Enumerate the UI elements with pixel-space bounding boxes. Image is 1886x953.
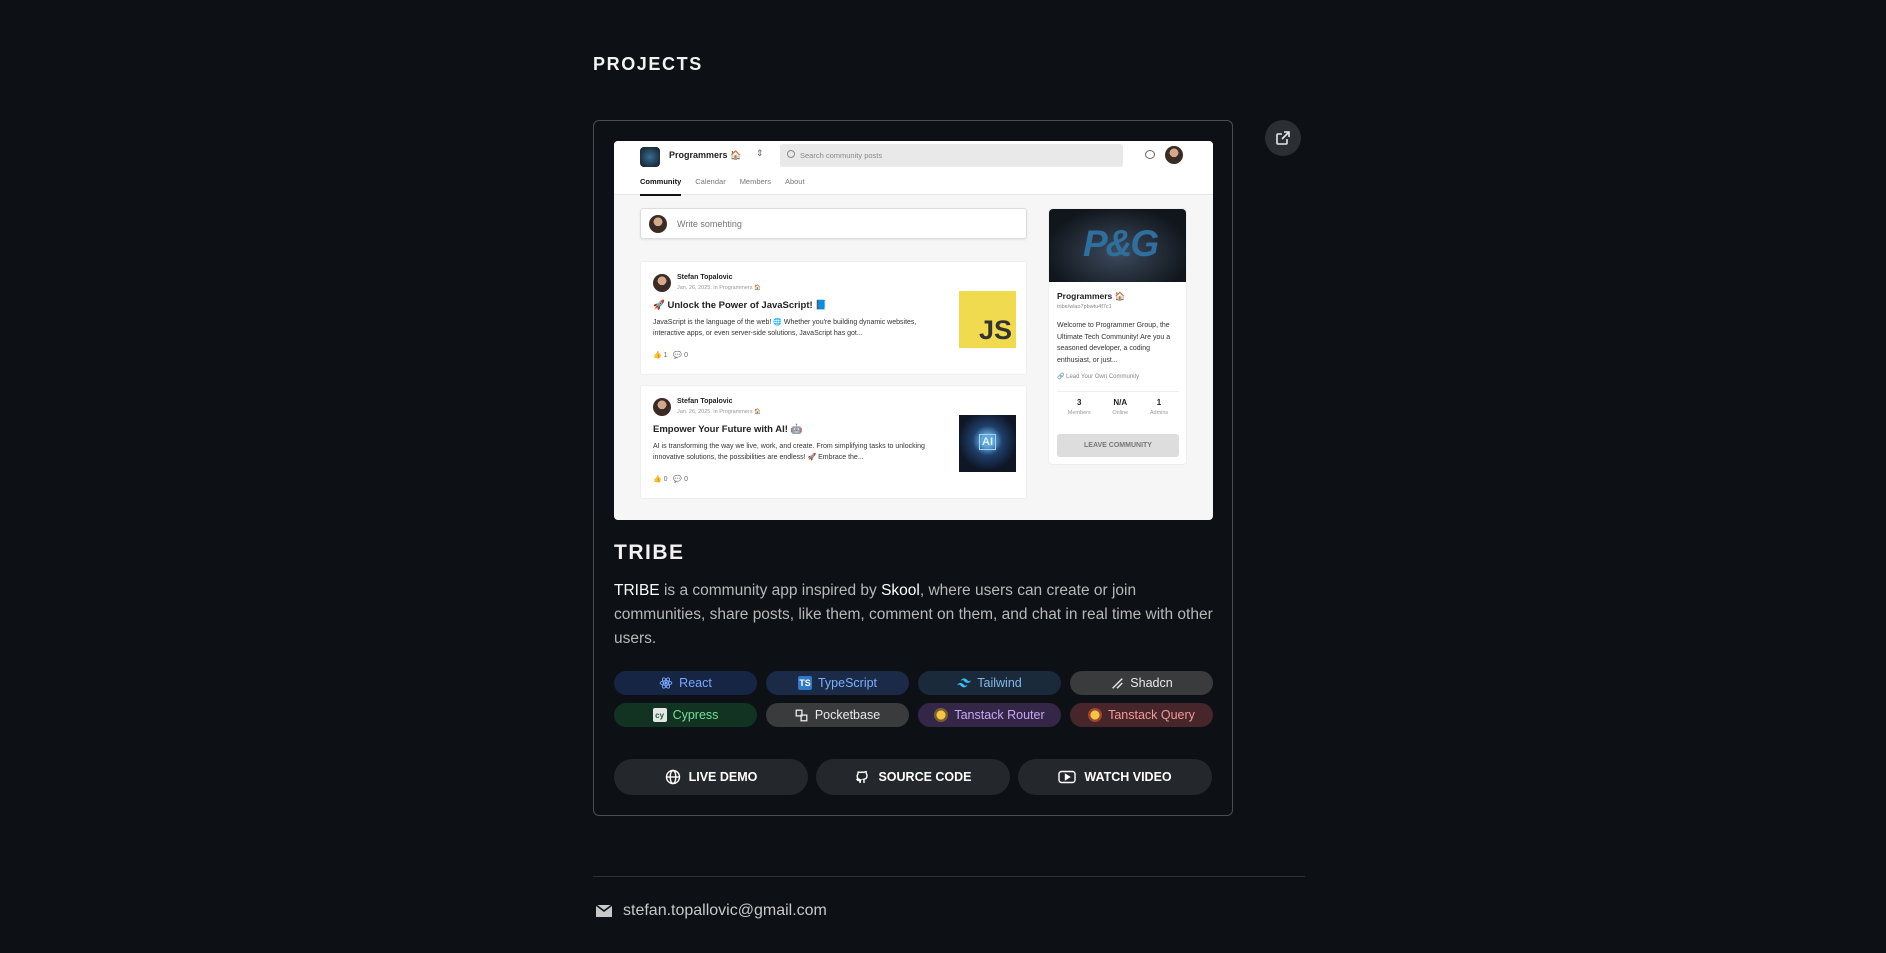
community-logo (640, 147, 660, 167)
post-thumbnail: JS (959, 291, 1016, 348)
post-author: Stefan Topalovic (677, 274, 733, 281)
project-description: TRIBE is a community app inspired by Sko… (614, 582, 1213, 647)
tech-tags: React TS TypeScript Tailwind Shadcn cy C… (614, 671, 1213, 727)
community-description: Welcome to Programmer Group, the Ultimat… (1057, 322, 1171, 364)
post-meta: Jan. 26, 2025. in Programmers 🏠 (677, 409, 761, 415)
cypress-icon: cy (652, 708, 667, 722)
stat-members: 3 Members (1067, 398, 1091, 416)
tag-tanstack-query: Tanstack Query (1070, 703, 1213, 727)
shadcn-icon (1110, 676, 1124, 690)
post-stats: 👍 0 💬 0 (653, 475, 688, 483)
contact-email[interactable]: stefan.topallovic@gmail.com (595, 902, 827, 920)
comment-icon: 💬 (673, 352, 683, 359)
comment-count: 0 (684, 352, 688, 359)
avatar (653, 398, 671, 416)
project-name: TRIBE (614, 582, 660, 599)
community-banner: P&G (1049, 209, 1186, 282)
tag-typescript: TS TypeScript (766, 671, 909, 695)
leave-community-button: LEAVE COMMUNITY (1057, 434, 1179, 457)
tanstack-router-icon (934, 708, 949, 722)
tanstack-query-icon (1088, 708, 1103, 722)
mail-icon (595, 904, 613, 917)
live-demo-button[interactable]: LIVE DEMO (614, 759, 808, 795)
post-title: 🚀 Unlock the Power of JavaScript! 📘 (653, 300, 828, 311)
lead-community-link: 🔗 Lead Your Own Community (1057, 374, 1140, 380)
like-count: 1 (663, 352, 668, 359)
footer-divider (593, 876, 1305, 877)
react-icon (659, 676, 673, 690)
chevron-updown-icon: ⇕ (756, 148, 764, 158)
preview-search: Search community posts (780, 144, 1123, 167)
tag-pocketbase: Pocketbase (766, 703, 909, 727)
skool-link[interactable]: Skool (881, 582, 920, 599)
post-meta: Jan. 26, 2025. in Programmers 🏠 (677, 285, 761, 291)
write-box: Write somehting (640, 208, 1027, 239)
external-link-icon (1276, 131, 1290, 145)
post-card: Stefan Topalovic Jan. 26, 2025. in Progr… (640, 261, 1027, 375)
pocketbase-icon (795, 708, 809, 722)
tailwind-icon (957, 676, 972, 690)
tab-members: Members (739, 177, 771, 186)
post-stats: 👍 1 💬 0 (653, 351, 688, 359)
like-icon: 👍 (653, 352, 662, 359)
stat-online: N/A Online (1112, 398, 1129, 416)
community-name: Programmers 🏠 (1057, 291, 1126, 301)
group-name: Programmers 🏠 (669, 150, 742, 160)
project-card: Programmers 🏠 ⇕ Search community posts C… (593, 120, 1233, 816)
stat-admins: 1 Admins (1149, 398, 1169, 416)
tab-about: About (784, 177, 805, 186)
search-icon (787, 150, 795, 158)
post-body: JavaScript is the language of the web! 🌐… (653, 319, 917, 337)
comment-count: 0 (684, 476, 688, 483)
banner-logo: P&G (1083, 223, 1159, 264)
tag-shadcn: Shadcn (1070, 671, 1213, 695)
section-title: PROJECTS (593, 54, 703, 74)
preview-topbar: Programmers 🏠 ⇕ Search community posts C… (614, 141, 1213, 196)
avatar (649, 215, 667, 233)
search-placeholder: Search community posts (800, 151, 883, 160)
post-author: Stefan Topalovic (677, 398, 733, 405)
post-title: Empower Your Future with AI! 🤖 (653, 424, 803, 435)
watch-video-button[interactable]: WATCH VIDEO (1018, 759, 1212, 795)
like-count: 0 (663, 476, 668, 483)
post-thumbnail: AI (959, 415, 1016, 472)
email-text: stefan.topallovic@gmail.com (623, 902, 827, 919)
github-icon (856, 770, 869, 783)
avatar (1165, 146, 1183, 164)
youtube-icon (1058, 770, 1077, 784)
tag-cypress: cy Cypress (614, 703, 757, 727)
avatar (653, 274, 671, 292)
preview-tabs: Community Calendar Members About (640, 177, 805, 196)
project-screenshot[interactable]: Programmers 🏠 ⇕ Search community posts C… (614, 141, 1213, 520)
comment-icon: 💬 (673, 476, 683, 483)
post-body: AI is transforming the way we live, work… (653, 443, 925, 461)
tab-community: Community (640, 177, 682, 196)
post-card: Stefan Topalovic Jan. 26, 2025. in Progr… (640, 385, 1027, 499)
open-external-button[interactable] (1265, 120, 1301, 156)
community-slug: tribe/wlao7pbwtu4f7c1 (1057, 304, 1112, 310)
community-sidebar: P&G Programmers 🏠 tribe/wlao7pbwtu4f7c1 … (1048, 208, 1187, 465)
source-code-button[interactable]: SOURCE CODE (816, 759, 1010, 795)
tag-react: React (614, 671, 757, 695)
globe-icon (665, 769, 680, 785)
project-title: TRIBE (614, 541, 685, 564)
tag-tanstack-router: Tanstack Router (918, 703, 1061, 727)
like-icon: 👍 (653, 476, 662, 483)
tag-tailwind: Tailwind (918, 671, 1061, 695)
tab-calendar: Calendar (695, 177, 726, 186)
project-actions: LIVE DEMO SOURCE CODE WATCH VIDEO (614, 759, 1213, 795)
write-placeholder: Write somehting (677, 219, 742, 229)
community-stats: 3 Members N/A Online 1 Admins (1057, 391, 1179, 416)
typescript-icon: TS (797, 676, 812, 690)
chat-icon (1145, 150, 1155, 159)
